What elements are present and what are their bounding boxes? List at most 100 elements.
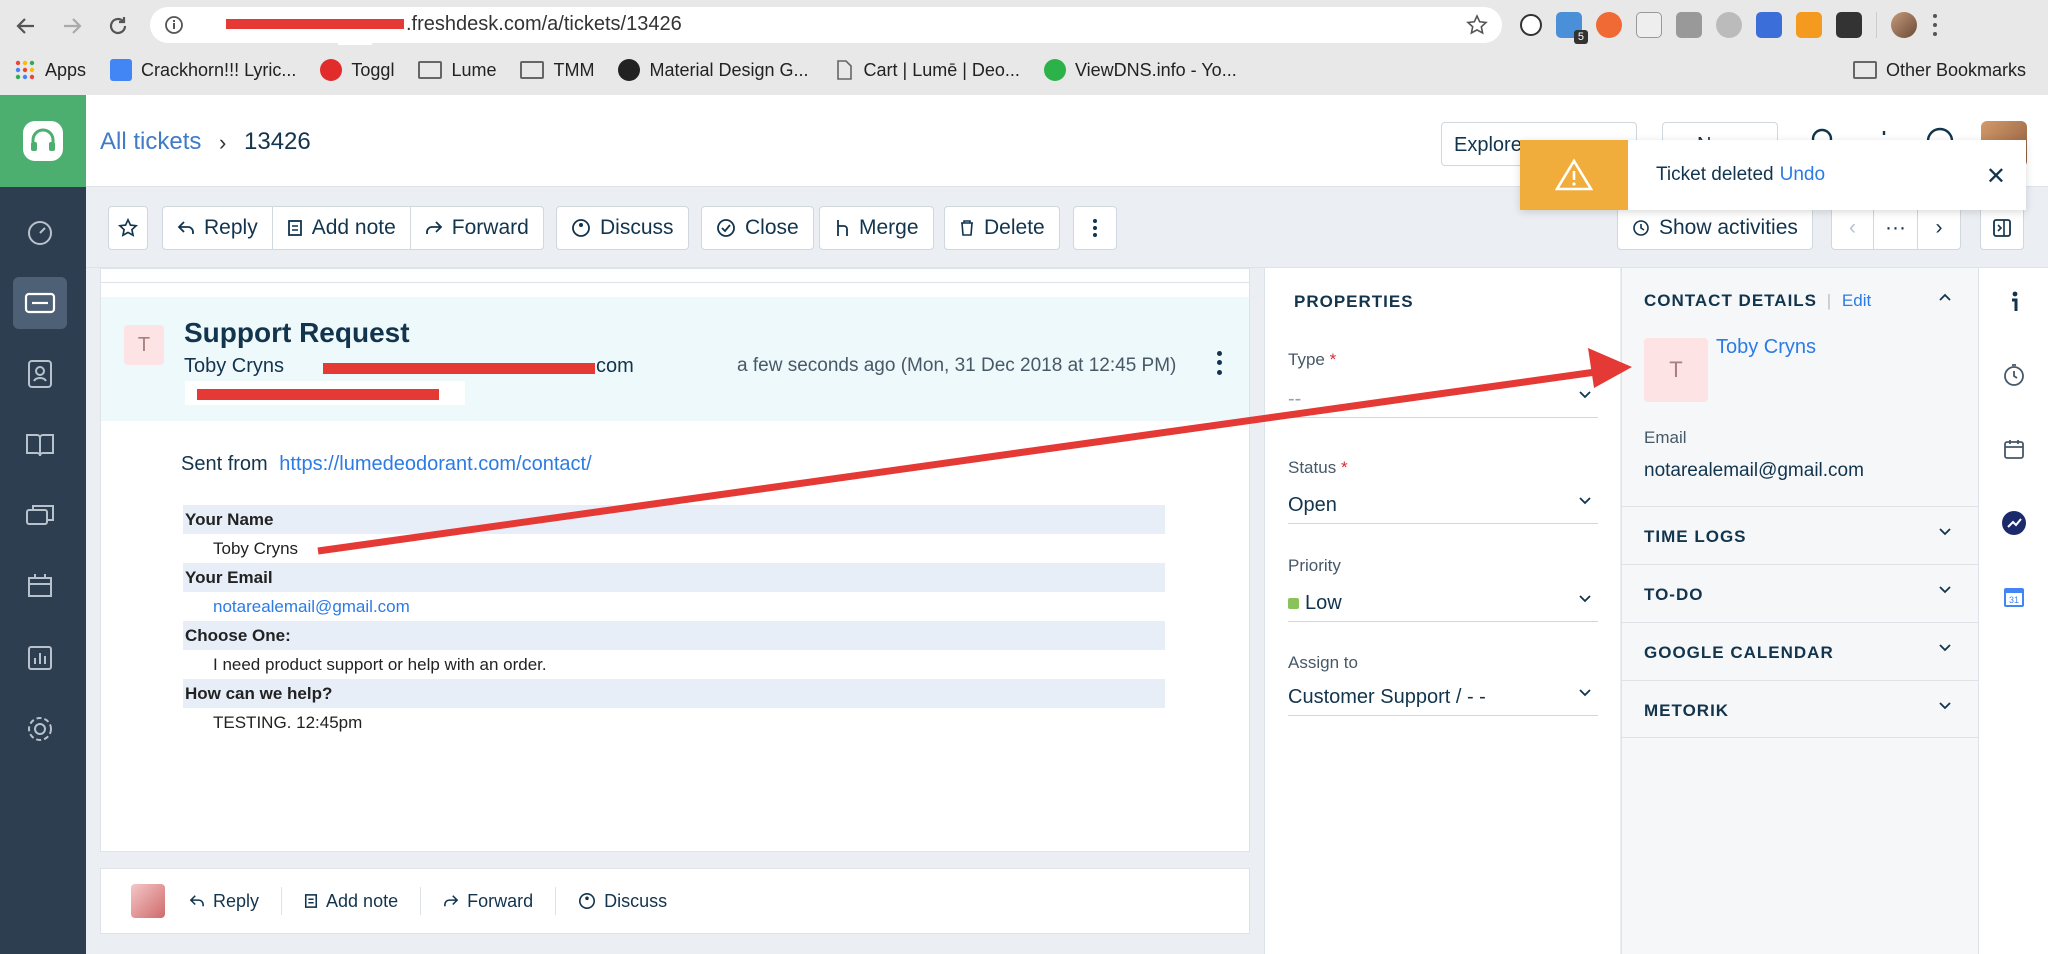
archive-icon bbox=[28, 574, 52, 597]
sent-from-link[interactable]: https://lumedeodorant.com/contact/ bbox=[279, 453, 591, 475]
undo-link[interactable]: Undo bbox=[1780, 164, 1825, 186]
reply-icon bbox=[189, 895, 204, 907]
bottom-reply-label: Reply bbox=[213, 890, 260, 911]
extension-c-icon[interactable] bbox=[1636, 12, 1662, 38]
extension-gear-icon[interactable] bbox=[1596, 12, 1622, 38]
field-value-email-link[interactable]: notarealemail@gmail.com bbox=[183, 592, 1165, 621]
info-icon[interactable] bbox=[164, 15, 184, 35]
star-button[interactable] bbox=[108, 206, 148, 250]
time-logs-section[interactable]: TIME LOGS bbox=[1622, 506, 1978, 564]
toast-close-button[interactable]: ✕ bbox=[1986, 162, 2006, 191]
prev-ticket-button[interactable]: ‹ bbox=[1832, 207, 1874, 249]
extension-bulb-icon[interactable] bbox=[1836, 12, 1862, 38]
bookmark-cart[interactable]: Cart | Lumē | Deo... bbox=[833, 59, 1020, 81]
delete-label: Delete bbox=[984, 216, 1045, 239]
chevron-down-icon bbox=[1939, 702, 1951, 710]
bookmark-tmm[interactable]: TMM bbox=[520, 60, 594, 81]
todo-title: TO-DO bbox=[1644, 585, 1704, 604]
contact-name[interactable]: Toby Cryns bbox=[1716, 336, 1816, 359]
extension-u-icon[interactable] bbox=[1716, 12, 1742, 38]
bookmark-material-design[interactable]: Material Design G... bbox=[618, 59, 809, 81]
bookmark-viewdns[interactable]: ViewDNS.info - Yo... bbox=[1043, 59, 1237, 81]
chevron-down-icon bbox=[1939, 644, 1951, 652]
profile-avatar[interactable] bbox=[1891, 12, 1917, 38]
contact-avatar: T bbox=[1644, 338, 1708, 402]
edit-contact-link[interactable]: Edit bbox=[1842, 291, 1871, 310]
timer-icon[interactable] bbox=[1999, 360, 2029, 390]
nav-reports[interactable] bbox=[13, 632, 67, 684]
bookmark-apps[interactable]: Apps bbox=[14, 59, 86, 81]
bookmark-star-icon[interactable] bbox=[1466, 14, 1488, 36]
bookmark-crackhorn[interactable]: Crackhorn!!! Lyric... bbox=[110, 59, 296, 81]
status-select[interactable]: Open bbox=[1288, 486, 1598, 524]
camera-extension-icon[interactable] bbox=[1676, 12, 1702, 38]
next-ticket-button[interactable]: › bbox=[1918, 207, 1960, 249]
status-label-text: Status bbox=[1288, 458, 1337, 477]
check-circle-icon bbox=[717, 219, 735, 237]
bookmark-toggl[interactable]: Toggl bbox=[320, 59, 394, 81]
google-calendar-icon[interactable]: 31 bbox=[1999, 582, 2029, 612]
metorik-icon[interactable] bbox=[1999, 508, 2029, 538]
bookmark-label: Material Design G... bbox=[649, 59, 809, 80]
required-mark: * bbox=[1340, 458, 1348, 477]
nav-dashboard[interactable] bbox=[13, 207, 67, 259]
type-select[interactable]: -- bbox=[1288, 380, 1598, 418]
close-button[interactable]: Close bbox=[701, 206, 814, 250]
toolbar-divider bbox=[1876, 12, 1877, 38]
reload-icon[interactable] bbox=[102, 10, 134, 42]
extension-blue-icon[interactable] bbox=[1756, 12, 1782, 38]
other-bookmarks[interactable]: Other Bookmarks bbox=[1852, 53, 2026, 87]
merge-button[interactable]: Merge bbox=[819, 206, 934, 250]
nav-admin[interactable] bbox=[13, 703, 67, 755]
nav-solutions[interactable] bbox=[13, 419, 67, 471]
nav-social[interactable] bbox=[13, 561, 67, 613]
bottom-forward-button[interactable]: Forward bbox=[421, 887, 557, 915]
message-more-button[interactable] bbox=[1209, 349, 1229, 377]
reply-bar: Reply Add note Forward Discuss bbox=[100, 868, 1250, 934]
toggle-sidebar-button[interactable] bbox=[1980, 206, 2024, 250]
more-actions-button[interactable] bbox=[1073, 206, 1117, 250]
chrome-menu-icon[interactable] bbox=[1931, 12, 1939, 38]
priority-select[interactable]: Low bbox=[1288, 584, 1598, 622]
ticket-icon bbox=[24, 292, 56, 314]
extension-badge-icon[interactable]: 5 bbox=[1556, 12, 1588, 44]
add-note-button[interactable]: Add note bbox=[273, 207, 411, 249]
nav-contacts[interactable] bbox=[13, 348, 67, 400]
password-extension-icon[interactable] bbox=[1520, 14, 1542, 36]
forward-button[interactable]: Forward bbox=[411, 207, 543, 249]
bottom-reply-button[interactable]: Reply bbox=[189, 887, 283, 915]
contact-email: notarealemail@gmail.com bbox=[1644, 460, 1864, 481]
chevron-down-icon bbox=[1579, 391, 1591, 399]
forward-icon[interactable] bbox=[56, 10, 88, 42]
freshdesk-logo[interactable] bbox=[0, 95, 86, 187]
todo-section[interactable]: TO-DO bbox=[1622, 564, 1978, 622]
conversation-panel: T Support Request Toby Cryns com a few s… bbox=[100, 268, 1250, 852]
show-activities-button[interactable]: Show activities bbox=[1617, 206, 1813, 250]
discuss-button[interactable]: Discuss bbox=[556, 206, 689, 250]
nav-tickets[interactable] bbox=[13, 277, 67, 329]
reply-button[interactable]: Reply bbox=[163, 207, 273, 249]
nav-forums[interactable] bbox=[13, 490, 67, 542]
bookmark-lume[interactable]: Lume bbox=[418, 60, 496, 81]
extension-chart-icon[interactable] bbox=[1796, 12, 1822, 38]
bottom-add-note-button[interactable]: Add note bbox=[282, 887, 422, 915]
chevron-up-icon[interactable] bbox=[1938, 292, 1952, 302]
star-icon bbox=[118, 218, 138, 237]
google-calendar-section[interactable]: GOOGLE CALENDAR bbox=[1622, 622, 1978, 680]
bookmark-label: TMM bbox=[553, 59, 595, 80]
contacts-icon bbox=[28, 360, 52, 388]
info-icon[interactable] bbox=[1999, 287, 2029, 317]
field-value: TESTING. 12:45pm bbox=[213, 713, 363, 732]
metorik-section[interactable]: METORIK bbox=[1622, 680, 1978, 738]
properties-title: PROPERTIES bbox=[1294, 292, 1414, 311]
delete-button[interactable]: Delete bbox=[944, 206, 1060, 250]
back-icon[interactable] bbox=[10, 10, 42, 42]
address-bar[interactable]: .freshdesk.com/a/tickets/13426 bbox=[150, 7, 1502, 45]
calendar-icon[interactable] bbox=[1999, 434, 2029, 464]
assign-to-select[interactable]: Customer Support / - - bbox=[1288, 678, 1598, 716]
breadcrumb-all-tickets[interactable]: All tickets bbox=[100, 128, 201, 156]
bottom-discuss-button[interactable]: Discuss bbox=[556, 887, 689, 915]
check-circle-icon bbox=[1043, 59, 1066, 81]
message-from-name[interactable]: Toby Cryns bbox=[184, 355, 284, 378]
pager-more-button[interactable]: ··· bbox=[1874, 207, 1918, 249]
